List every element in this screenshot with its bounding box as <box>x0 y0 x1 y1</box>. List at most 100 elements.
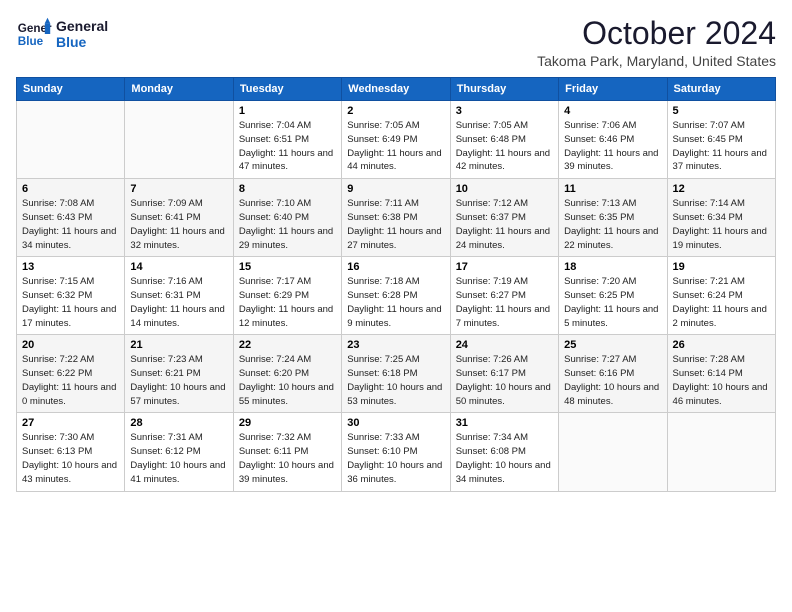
day-info: Sunrise: 7:09 AM Sunset: 6:41 PM Dayligh… <box>130 197 227 252</box>
day-info: Sunrise: 7:12 AM Sunset: 6:37 PM Dayligh… <box>456 197 553 252</box>
day-info: Sunrise: 7:07 AM Sunset: 6:45 PM Dayligh… <box>673 119 770 174</box>
table-row: 24 Sunrise: 7:26 AM Sunset: 6:17 PM Dayli… <box>450 335 558 413</box>
day-number: 11 <box>564 183 661 195</box>
day-number: 18 <box>564 261 661 273</box>
day-info: Sunrise: 7:30 AM Sunset: 6:13 PM Dayligh… <box>22 431 119 486</box>
day-info: Sunrise: 7:26 AM Sunset: 6:17 PM Dayligh… <box>456 353 553 408</box>
table-row: 20Sunrise: 7:22 AM Sunset: 6:22 PM Dayli… <box>17 335 125 413</box>
day-info: Sunrise: 7:23 AM Sunset: 6:21 PM Dayligh… <box>130 353 227 408</box>
day-info: Sunrise: 7:14 AM Sunset: 6:34 PM Dayligh… <box>673 197 770 252</box>
table-row: 26Sunrise: 7:28 AM Sunset: 6:14 PM Dayli… <box>667 335 775 413</box>
day-number: 14 <box>130 261 227 273</box>
day-info: Sunrise: 7:04 AM Sunset: 6:51 PM Dayligh… <box>239 119 336 174</box>
table-row: 1 Sunrise: 7:04 AM Sunset: 6:51 PM Daylig… <box>233 101 341 179</box>
weekday-header-monday: Monday <box>125 78 233 101</box>
day-number: 24 <box>456 339 553 351</box>
day-number: 12 <box>673 183 770 195</box>
day-number: 9 <box>347 183 444 195</box>
day-number: 19 <box>673 261 770 273</box>
table-row: 19 Sunrise: 7:21 AM Sunset: 6:24 PM Dayli… <box>667 257 775 335</box>
day-info: Sunrise: 7:31 AM Sunset: 6:12 PM Dayligh… <box>130 431 227 486</box>
table-row: 31 Sunrise: 7:34 AM Sunset: 6:08 PM Dayli… <box>450 413 558 491</box>
day-number: 8 <box>239 183 336 195</box>
weekday-header-wednesday: Wednesday <box>342 78 450 101</box>
month-title: October 2024 <box>537 16 776 51</box>
day-number: 29 <box>239 417 336 429</box>
day-info: Sunrise: 7:18 AM Sunset: 6:28 PM Dayligh… <box>347 275 444 330</box>
table-row: 10 Sunrise: 7:12 AM Sunset: 6:37 PM Dayli… <box>450 179 558 257</box>
day-number: 7 <box>130 183 227 195</box>
table-row <box>559 413 667 491</box>
day-number: 6 <box>22 183 119 195</box>
day-info: Sunrise: 7:05 AM Sunset: 6:49 PM Dayligh… <box>347 119 444 174</box>
day-number: 27 <box>22 417 119 429</box>
day-info: Sunrise: 7:11 AM Sunset: 6:38 PM Dayligh… <box>347 197 444 252</box>
table-row <box>17 101 125 179</box>
table-row: 7 Sunrise: 7:09 AM Sunset: 6:41 PM Daylig… <box>125 179 233 257</box>
day-info: Sunrise: 7:10 AM Sunset: 6:40 PM Dayligh… <box>239 197 336 252</box>
table-row: 18 Sunrise: 7:20 AM Sunset: 6:25 PM Dayli… <box>559 257 667 335</box>
day-number: 2 <box>347 105 444 117</box>
table-row: 29 Sunrise: 7:32 AM Sunset: 6:11 PM Dayli… <box>233 413 341 491</box>
weekday-header-friday: Friday <box>559 78 667 101</box>
weekday-header-tuesday: Tuesday <box>233 78 341 101</box>
day-number: 1 <box>239 105 336 117</box>
logo-general: General <box>56 18 108 34</box>
table-row: 25 Sunrise: 7:27 AM Sunset: 6:16 PM Dayli… <box>559 335 667 413</box>
day-number: 30 <box>347 417 444 429</box>
table-row: 13Sunrise: 7:15 AM Sunset: 6:32 PM Dayli… <box>17 257 125 335</box>
table-row: 9 Sunrise: 7:11 AM Sunset: 6:38 PM Daylig… <box>342 179 450 257</box>
table-row: 30Sunrise: 7:33 AM Sunset: 6:10 PM Dayli… <box>342 413 450 491</box>
page-header: General Blue General Blue October 2024 T… <box>16 16 776 69</box>
day-info: Sunrise: 7:21 AM Sunset: 6:24 PM Dayligh… <box>673 275 770 330</box>
table-row: 3Sunrise: 7:05 AM Sunset: 6:48 PM Daylig… <box>450 101 558 179</box>
table-row: 5 Sunrise: 7:07 AM Sunset: 6:45 PM Daylig… <box>667 101 775 179</box>
day-info: Sunrise: 7:28 AM Sunset: 6:14 PM Dayligh… <box>673 353 770 408</box>
table-row: 14Sunrise: 7:16 AM Sunset: 6:31 PM Dayli… <box>125 257 233 335</box>
day-info: Sunrise: 7:32 AM Sunset: 6:11 PM Dayligh… <box>239 431 336 486</box>
table-row: 16 Sunrise: 7:18 AM Sunset: 6:28 PM Dayli… <box>342 257 450 335</box>
day-info: Sunrise: 7:20 AM Sunset: 6:25 PM Dayligh… <box>564 275 661 330</box>
day-info: Sunrise: 7:22 AM Sunset: 6:22 PM Dayligh… <box>22 353 119 408</box>
weekday-header-sunday: Sunday <box>17 78 125 101</box>
table-row <box>125 101 233 179</box>
weekday-header-saturday: Saturday <box>667 78 775 101</box>
day-info: Sunrise: 7:27 AM Sunset: 6:16 PM Dayligh… <box>564 353 661 408</box>
table-row: 6Sunrise: 7:08 AM Sunset: 6:43 PM Daylig… <box>17 179 125 257</box>
day-number: 21 <box>130 339 227 351</box>
logo-icon: General Blue <box>16 16 52 52</box>
table-row: 11 Sunrise: 7:13 AM Sunset: 6:35 PM Dayli… <box>559 179 667 257</box>
table-row: 4 Sunrise: 7:06 AM Sunset: 6:46 PM Daylig… <box>559 101 667 179</box>
svg-text:Blue: Blue <box>18 35 44 48</box>
table-row: 27 Sunrise: 7:30 AM Sunset: 6:13 PM Dayli… <box>17 413 125 491</box>
day-number: 16 <box>347 261 444 273</box>
logo: General Blue General Blue <box>16 16 108 52</box>
day-number: 31 <box>456 417 553 429</box>
day-number: 25 <box>564 339 661 351</box>
day-number: 10 <box>456 183 553 195</box>
table-row: 12 Sunrise: 7:14 AM Sunset: 6:34 PM Dayli… <box>667 179 775 257</box>
day-number: 15 <box>239 261 336 273</box>
table-row: 15 Sunrise: 7:17 AM Sunset: 6:29 PM Dayli… <box>233 257 341 335</box>
location-subtitle: Takoma Park, Maryland, United States <box>537 53 776 69</box>
day-info: Sunrise: 7:24 AM Sunset: 6:20 PM Dayligh… <box>239 353 336 408</box>
day-info: Sunrise: 7:34 AM Sunset: 6:08 PM Dayligh… <box>456 431 553 486</box>
day-info: Sunrise: 7:25 AM Sunset: 6:18 PM Dayligh… <box>347 353 444 408</box>
day-number: 4 <box>564 105 661 117</box>
day-number: 23 <box>347 339 444 351</box>
title-block: October 2024 Takoma Park, Maryland, Unit… <box>537 16 776 69</box>
day-info: Sunrise: 7:19 AM Sunset: 6:27 PM Dayligh… <box>456 275 553 330</box>
day-number: 13 <box>22 261 119 273</box>
day-info: Sunrise: 7:17 AM Sunset: 6:29 PM Dayligh… <box>239 275 336 330</box>
logo-blue: Blue <box>56 34 108 50</box>
day-info: Sunrise: 7:13 AM Sunset: 6:35 PM Dayligh… <box>564 197 661 252</box>
day-number: 3 <box>456 105 553 117</box>
table-row: 17Sunrise: 7:19 AM Sunset: 6:27 PM Dayli… <box>450 257 558 335</box>
day-info: Sunrise: 7:06 AM Sunset: 6:46 PM Dayligh… <box>564 119 661 174</box>
weekday-header-thursday: Thursday <box>450 78 558 101</box>
day-number: 5 <box>673 105 770 117</box>
table-row: 23 Sunrise: 7:25 AM Sunset: 6:18 PM Dayli… <box>342 335 450 413</box>
day-number: 28 <box>130 417 227 429</box>
table-row: 21 Sunrise: 7:23 AM Sunset: 6:21 PM Dayli… <box>125 335 233 413</box>
table-row: 2 Sunrise: 7:05 AM Sunset: 6:49 PM Daylig… <box>342 101 450 179</box>
